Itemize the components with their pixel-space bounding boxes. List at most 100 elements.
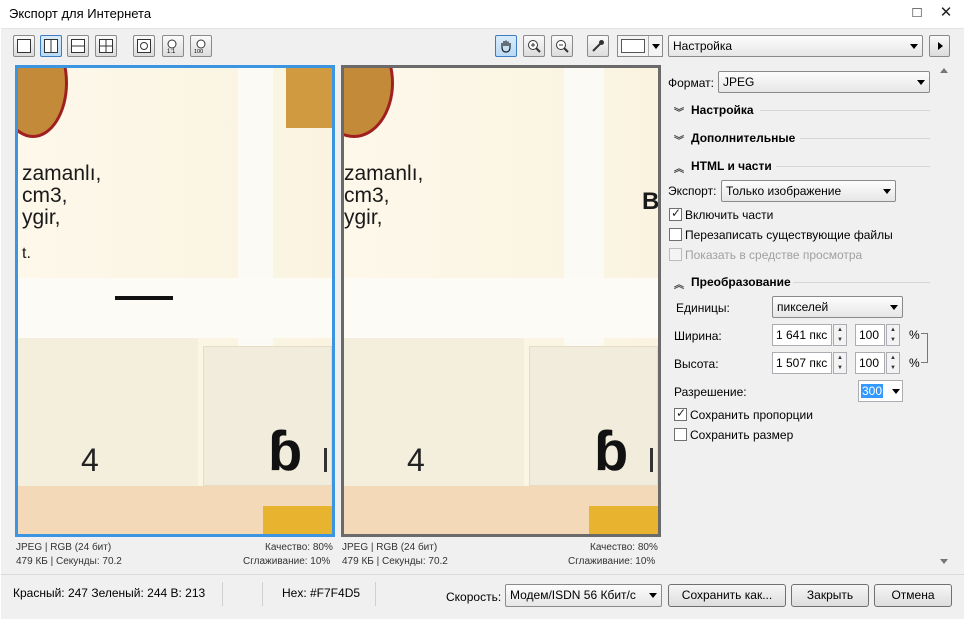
preview-image-shape [263,506,332,534]
expand-chevron-icon[interactable]: ︾ [674,132,684,147]
window-title: Экспорт для Интернета [9,6,152,21]
background-color-picker[interactable] [617,35,663,57]
height-percent-stepper[interactable]: ▲ ▼ [886,352,900,374]
format-label: Формат: [668,76,714,90]
zoom-in-button[interactable] [523,35,545,57]
chevron-down-icon [917,80,925,85]
width-label: Ширина: [674,329,722,343]
eyedropper-button[interactable] [587,35,609,57]
status-separator [222,582,223,606]
close-button[interactable]: Закрыть [791,584,869,607]
units-dropdown[interactable]: пикселей [772,296,903,318]
chevron-down-icon [883,189,891,194]
resolution-combobox[interactable]: 300 [858,380,903,402]
fit-page-button[interactable] [133,35,155,57]
zoom-1to1-icon: 1:1 [167,39,177,53]
maximize-button[interactable]: □ [905,3,929,23]
zoom-100-button[interactable]: 100 [190,35,212,57]
width-stepper[interactable]: ▲ ▼ [833,324,847,346]
width-percent-stepper[interactable]: ▲ ▼ [886,324,900,346]
preview-image-shape [18,338,198,488]
section-settings[interactable]: Настройка [691,103,754,117]
overwrite-checkbox[interactable] [669,228,682,241]
settings-scrollbar[interactable] [937,64,952,572]
split-horizontal-button[interactable] [67,35,89,57]
maximize-icon: □ [912,4,922,21]
section-transform[interactable]: Преобразование [691,275,791,289]
preview-image-shape [344,278,658,338]
section-html-parts[interactable]: HTML и части [691,159,772,173]
svg-text:100: 100 [194,49,203,53]
svg-text:1:1: 1:1 [167,49,176,53]
hex-readout: Hex: #F7F4D5 [282,586,361,600]
width-percent-sign: % [909,328,920,342]
single-view-icon [17,39,31,53]
preview-text-line: zamanlı, [22,162,102,185]
preview-image-shape [115,296,173,300]
single-view-button[interactable] [13,35,35,57]
preview-text: zamanlı, cm3, ygir, [344,163,423,229]
preview-text-line: t. [22,245,31,262]
split-vertical-button[interactable] [40,35,62,57]
close-window-button[interactable]: ✕ [934,3,958,23]
include-parts-checkbox[interactable] [669,206,682,221]
format-value: JPEG [723,75,755,89]
preset-menu-button[interactable] [929,35,950,57]
preview-optimized[interactable]: zamanlı, cm3, ygir, B 4 ɓ [341,65,661,537]
preview-left-size: 479 КБ | Секунды: 70.2 [16,556,122,567]
show-in-viewer-checkbox[interactable] [669,248,682,261]
export-dropdown[interactable]: Только изображение [721,180,896,202]
preview-left-format: JPEG | RGB (24 бит) [16,542,112,553]
width-input[interactable]: 1 641 пкс [772,324,832,346]
preview-glyph: ɓ [594,419,629,482]
eyedropper-icon [592,40,604,52]
zoom-out-button[interactable] [551,35,573,57]
section-advanced[interactable]: Дополнительные [691,131,795,145]
keep-ratio-checkbox[interactable] [674,406,687,421]
zoom-100-icon: 100 [194,39,206,53]
preview-image-shape [589,506,658,534]
split-horizontal-icon [71,39,85,53]
zoom-fit-icon [137,39,151,53]
preview-image-shape [650,448,653,472]
preview-original[interactable]: zamanlı, cm3, ygir, t. 4 ɓ [15,65,335,537]
preview-image-shape [286,68,332,128]
height-input[interactable]: 1 507 пкс [772,352,832,374]
resolution-label: Разрешение: [674,385,747,399]
close-icon: ✕ [939,4,953,21]
preview-glyph: ɓ [268,419,303,482]
scroll-down-icon[interactable] [940,559,948,564]
chevron-down-icon [890,305,898,310]
preview-right-format: JPEG | RGB (24 бит) [342,542,438,553]
zoom-1to1-button[interactable]: 1:1 [162,35,184,57]
chevron-down-icon [910,44,918,49]
preview-text: zamanlı, cm3, ygir, t. [22,163,101,265]
expand-chevron-icon[interactable]: ︾ [674,104,684,119]
preview-image-shape [324,448,327,472]
scroll-up-icon[interactable] [940,68,948,73]
width-percent-input[interactable]: 100 [855,324,885,346]
collapse-chevron-icon[interactable]: ︽ [674,276,684,291]
section-divider [776,166,930,167]
hand-icon [501,40,511,53]
save-as-button[interactable]: Сохранить как... [668,584,786,607]
keep-size-checkbox[interactable] [674,428,687,441]
zoom-in-icon [528,40,541,53]
height-stepper[interactable]: ▲ ▼ [833,352,847,374]
preset-dropdown[interactable]: Настройка [668,35,923,57]
speed-dropdown[interactable]: Модем/ISDN 56 Кбит/с [505,584,662,607]
preview-image-shape [18,278,332,338]
zoom-out-icon [556,40,569,53]
pan-tool-button[interactable] [495,35,517,57]
quad-view-button[interactable] [95,35,117,57]
section-divider [793,282,930,283]
export-label: Экспорт: [668,184,717,198]
preview-text-line: ygir, [344,206,383,229]
format-dropdown[interactable]: JPEG [718,71,930,93]
preview-text-line: zamanlı, [344,162,424,185]
collapse-chevron-icon[interactable]: ︽ [674,160,684,175]
height-percent-input[interactable]: 100 [855,352,885,374]
cancel-button[interactable]: Отмена [874,584,952,607]
show-in-viewer-label: Показать в средстве просмотра [685,248,863,262]
color-swatch [621,39,645,53]
